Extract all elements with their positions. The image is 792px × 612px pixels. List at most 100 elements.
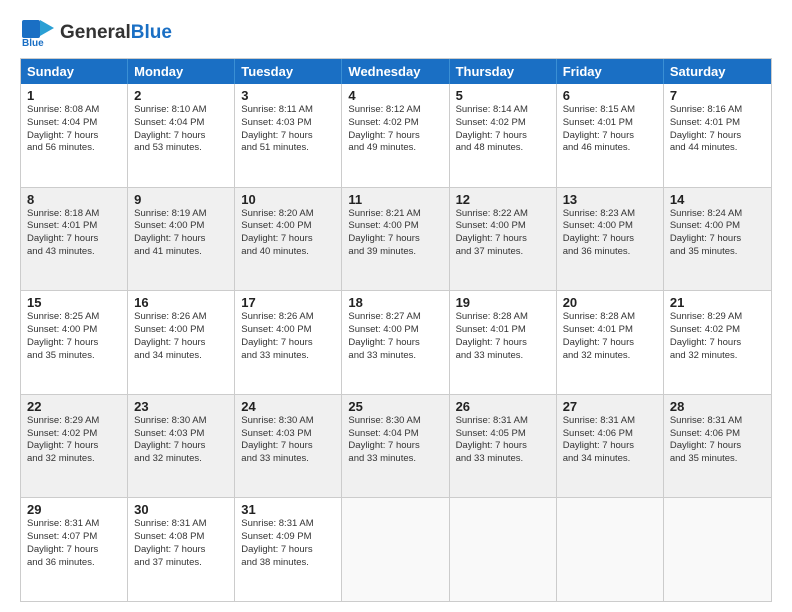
day-info: Sunrise: 8:26 AMSunset: 4:00 PMDaylight:… — [241, 311, 335, 362]
calendar-row-4: 29Sunrise: 8:31 AMSunset: 4:07 PMDayligh… — [21, 497, 771, 601]
day-number: 18 — [348, 295, 442, 310]
calendar-cell: 5Sunrise: 8:14 AMSunset: 4:02 PMDaylight… — [450, 84, 557, 187]
day-number: 29 — [27, 502, 121, 517]
day-info: Sunrise: 8:12 AMSunset: 4:02 PMDaylight:… — [348, 104, 442, 155]
day-number: 6 — [563, 88, 657, 103]
day-number: 10 — [241, 192, 335, 207]
calendar-cell: 13Sunrise: 8:23 AMSunset: 4:00 PMDayligh… — [557, 188, 664, 291]
calendar-cell: 25Sunrise: 8:30 AMSunset: 4:04 PMDayligh… — [342, 395, 449, 498]
header-cell-sunday: Sunday — [21, 59, 128, 84]
day-number: 19 — [456, 295, 550, 310]
calendar-cell: 23Sunrise: 8:30 AMSunset: 4:03 PMDayligh… — [128, 395, 235, 498]
calendar-cell: 22Sunrise: 8:29 AMSunset: 4:02 PMDayligh… — [21, 395, 128, 498]
day-info: Sunrise: 8:11 AMSunset: 4:03 PMDaylight:… — [241, 104, 335, 155]
day-number: 3 — [241, 88, 335, 103]
calendar-cell: 3Sunrise: 8:11 AMSunset: 4:03 PMDaylight… — [235, 84, 342, 187]
day-number: 28 — [670, 399, 765, 414]
logo: Blue GeneralBlue — [20, 18, 172, 48]
day-info: Sunrise: 8:30 AMSunset: 4:04 PMDaylight:… — [348, 415, 442, 466]
day-number: 4 — [348, 88, 442, 103]
calendar-cell: 4Sunrise: 8:12 AMSunset: 4:02 PMDaylight… — [342, 84, 449, 187]
day-info: Sunrise: 8:19 AMSunset: 4:00 PMDaylight:… — [134, 208, 228, 259]
calendar-cell — [664, 498, 771, 601]
day-info: Sunrise: 8:24 AMSunset: 4:00 PMDaylight:… — [670, 208, 765, 259]
calendar-cell: 28Sunrise: 8:31 AMSunset: 4:06 PMDayligh… — [664, 395, 771, 498]
calendar-cell: 24Sunrise: 8:30 AMSunset: 4:03 PMDayligh… — [235, 395, 342, 498]
calendar-cell: 11Sunrise: 8:21 AMSunset: 4:00 PMDayligh… — [342, 188, 449, 291]
day-number: 17 — [241, 295, 335, 310]
header: Blue GeneralBlue — [20, 18, 772, 48]
page: Blue GeneralBlue SundayMondayTuesdayWedn… — [0, 0, 792, 612]
calendar-cell: 30Sunrise: 8:31 AMSunset: 4:08 PMDayligh… — [128, 498, 235, 601]
day-info: Sunrise: 8:28 AMSunset: 4:01 PMDaylight:… — [456, 311, 550, 362]
calendar-cell: 12Sunrise: 8:22 AMSunset: 4:00 PMDayligh… — [450, 188, 557, 291]
day-info: Sunrise: 8:31 AMSunset: 4:07 PMDaylight:… — [27, 518, 121, 569]
calendar-row-3: 22Sunrise: 8:29 AMSunset: 4:02 PMDayligh… — [21, 394, 771, 498]
day-number: 1 — [27, 88, 121, 103]
day-number: 20 — [563, 295, 657, 310]
header-cell-wednesday: Wednesday — [342, 59, 449, 84]
day-info: Sunrise: 8:31 AMSunset: 4:08 PMDaylight:… — [134, 518, 228, 569]
logo-text: GeneralBlue — [60, 22, 172, 45]
calendar-cell: 21Sunrise: 8:29 AMSunset: 4:02 PMDayligh… — [664, 291, 771, 394]
day-number: 8 — [27, 192, 121, 207]
header-cell-monday: Monday — [128, 59, 235, 84]
day-number: 13 — [563, 192, 657, 207]
calendar-cell: 20Sunrise: 8:28 AMSunset: 4:01 PMDayligh… — [557, 291, 664, 394]
calendar-cell: 14Sunrise: 8:24 AMSunset: 4:00 PMDayligh… — [664, 188, 771, 291]
calendar-cell — [342, 498, 449, 601]
day-info: Sunrise: 8:22 AMSunset: 4:00 PMDaylight:… — [456, 208, 550, 259]
day-info: Sunrise: 8:29 AMSunset: 4:02 PMDaylight:… — [27, 415, 121, 466]
day-info: Sunrise: 8:14 AMSunset: 4:02 PMDaylight:… — [456, 104, 550, 155]
day-number: 12 — [456, 192, 550, 207]
day-info: Sunrise: 8:27 AMSunset: 4:00 PMDaylight:… — [348, 311, 442, 362]
calendar-cell: 10Sunrise: 8:20 AMSunset: 4:00 PMDayligh… — [235, 188, 342, 291]
calendar-cell: 6Sunrise: 8:15 AMSunset: 4:01 PMDaylight… — [557, 84, 664, 187]
day-number: 15 — [27, 295, 121, 310]
header-cell-friday: Friday — [557, 59, 664, 84]
calendar-row-0: 1Sunrise: 8:08 AMSunset: 4:04 PMDaylight… — [21, 84, 771, 187]
header-cell-tuesday: Tuesday — [235, 59, 342, 84]
calendar-cell — [557, 498, 664, 601]
day-info: Sunrise: 8:31 AMSunset: 4:06 PMDaylight:… — [563, 415, 657, 466]
day-info: Sunrise: 8:16 AMSunset: 4:01 PMDaylight:… — [670, 104, 765, 155]
day-number: 21 — [670, 295, 765, 310]
calendar-cell — [450, 498, 557, 601]
day-info: Sunrise: 8:26 AMSunset: 4:00 PMDaylight:… — [134, 311, 228, 362]
day-info: Sunrise: 8:30 AMSunset: 4:03 PMDaylight:… — [134, 415, 228, 466]
calendar-cell: 2Sunrise: 8:10 AMSunset: 4:04 PMDaylight… — [128, 84, 235, 187]
day-info: Sunrise: 8:20 AMSunset: 4:00 PMDaylight:… — [241, 208, 335, 259]
day-info: Sunrise: 8:30 AMSunset: 4:03 PMDaylight:… — [241, 415, 335, 466]
calendar-row-1: 8Sunrise: 8:18 AMSunset: 4:01 PMDaylight… — [21, 187, 771, 291]
day-info: Sunrise: 8:08 AMSunset: 4:04 PMDaylight:… — [27, 104, 121, 155]
svg-text:Blue: Blue — [22, 38, 44, 48]
day-info: Sunrise: 8:29 AMSunset: 4:02 PMDaylight:… — [670, 311, 765, 362]
logo-svg: Blue — [20, 18, 56, 48]
day-info: Sunrise: 8:10 AMSunset: 4:04 PMDaylight:… — [134, 104, 228, 155]
day-number: 31 — [241, 502, 335, 517]
day-info: Sunrise: 8:31 AMSunset: 4:06 PMDaylight:… — [670, 415, 765, 466]
day-info: Sunrise: 8:25 AMSunset: 4:00 PMDaylight:… — [27, 311, 121, 362]
calendar-cell: 19Sunrise: 8:28 AMSunset: 4:01 PMDayligh… — [450, 291, 557, 394]
day-number: 25 — [348, 399, 442, 414]
day-number: 26 — [456, 399, 550, 414]
calendar: SundayMondayTuesdayWednesdayThursdayFrid… — [20, 58, 772, 602]
day-number: 5 — [456, 88, 550, 103]
day-number: 14 — [670, 192, 765, 207]
calendar-header: SundayMondayTuesdayWednesdayThursdayFrid… — [21, 59, 771, 84]
day-info: Sunrise: 8:18 AMSunset: 4:01 PMDaylight:… — [27, 208, 121, 259]
day-info: Sunrise: 8:21 AMSunset: 4:00 PMDaylight:… — [348, 208, 442, 259]
day-info: Sunrise: 8:31 AMSunset: 4:09 PMDaylight:… — [241, 518, 335, 569]
day-info: Sunrise: 8:15 AMSunset: 4:01 PMDaylight:… — [563, 104, 657, 155]
day-number: 11 — [348, 192, 442, 207]
day-number: 22 — [27, 399, 121, 414]
day-number: 7 — [670, 88, 765, 103]
calendar-cell: 18Sunrise: 8:27 AMSunset: 4:00 PMDayligh… — [342, 291, 449, 394]
day-number: 27 — [563, 399, 657, 414]
calendar-body: 1Sunrise: 8:08 AMSunset: 4:04 PMDaylight… — [21, 84, 771, 601]
header-cell-thursday: Thursday — [450, 59, 557, 84]
calendar-cell: 26Sunrise: 8:31 AMSunset: 4:05 PMDayligh… — [450, 395, 557, 498]
day-info: Sunrise: 8:31 AMSunset: 4:05 PMDaylight:… — [456, 415, 550, 466]
day-info: Sunrise: 8:23 AMSunset: 4:00 PMDaylight:… — [563, 208, 657, 259]
calendar-cell: 7Sunrise: 8:16 AMSunset: 4:01 PMDaylight… — [664, 84, 771, 187]
